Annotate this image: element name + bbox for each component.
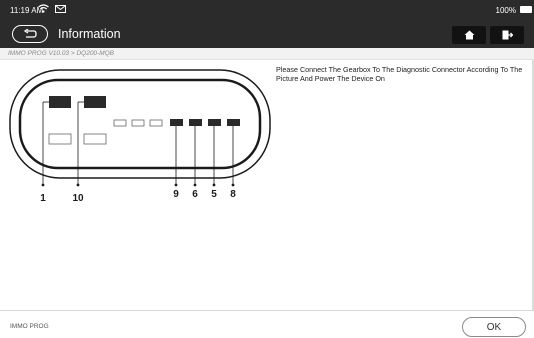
pin-label-8: 8 xyxy=(230,189,236,200)
instruction-text: Please Connect The Gearbox To The Diagno… xyxy=(276,65,523,83)
status-icons xyxy=(38,4,66,13)
screen: 11:19 AM 100% Information IMMO PROG V10.… xyxy=(0,0,534,338)
pin-label-6: 6 xyxy=(192,189,198,200)
battery-icon xyxy=(520,6,532,13)
footer-label: IMMO PROG xyxy=(10,323,49,330)
pin-empty xyxy=(131,119,145,127)
ok-button[interactable]: OK xyxy=(462,317,526,337)
pin-9 xyxy=(170,119,183,126)
pin-6 xyxy=(189,119,202,126)
pin-label-1: 1 xyxy=(40,193,46,204)
pin-label-10: 10 xyxy=(72,193,84,204)
back-button[interactable] xyxy=(12,25,48,43)
pin-10 xyxy=(84,96,106,108)
exit-button[interactable] xyxy=(490,26,524,44)
page-title: Information xyxy=(58,27,121,41)
back-icon xyxy=(23,29,37,38)
pin-empty xyxy=(149,119,163,127)
home-button[interactable] xyxy=(452,26,486,44)
wifi-icon xyxy=(38,4,49,13)
exit-icon xyxy=(502,30,513,40)
pin-1 xyxy=(49,96,71,108)
connector-diagram: 1 10 9 6 5 8 xyxy=(9,69,271,204)
home-icon xyxy=(464,30,474,40)
pin-label-5: 5 xyxy=(211,189,217,200)
status-bar: 11:19 AM 100% xyxy=(0,0,534,20)
pin-5 xyxy=(208,119,221,126)
pin-8 xyxy=(227,119,240,126)
title-bar: Information xyxy=(0,20,534,48)
pin-label-9: 9 xyxy=(173,189,179,200)
pin-leader-dots xyxy=(41,183,235,187)
footer-bar: IMMO PROG OK xyxy=(0,310,534,338)
message-icon xyxy=(55,4,66,13)
breadcrumb: IMMO PROG V10.03 > DQ200-MQB xyxy=(0,48,534,60)
pin-empty xyxy=(48,133,72,145)
pin-empty xyxy=(113,119,127,127)
battery-percent: 100% xyxy=(495,6,516,15)
pin-empty xyxy=(83,133,107,145)
